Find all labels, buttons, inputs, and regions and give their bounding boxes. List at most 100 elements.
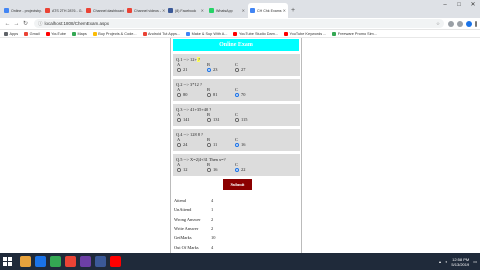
answer-option[interactable]: 22: [235, 167, 245, 172]
bookmark-item[interactable]: Android Tut Apps...: [142, 31, 180, 36]
taskbar-app-icon[interactable]: [95, 256, 106, 267]
page-content: Online Exam Q.1 --> 12+ ? A B C 21 23 27 Q.2 -…: [0, 38, 480, 259]
extension-icon[interactable]: [448, 20, 454, 27]
taskbar-app-icon[interactable]: [65, 256, 76, 267]
option-value: 141: [183, 117, 190, 122]
answer-option[interactable]: 24: [177, 142, 187, 147]
bookmark-star-icon[interactable]: ☆: [436, 21, 440, 27]
tab-close-icon[interactable]: ✕: [282, 8, 286, 13]
answer-option[interactable]: 11: [207, 142, 217, 147]
browser-tab[interactable]: (8) Facebook ✕: [166, 3, 206, 18]
bookmark-item[interactable]: Apps: [4, 31, 18, 36]
bookmark-favicon-icon: [45, 31, 50, 36]
answer-option[interactable]: 81: [207, 92, 217, 97]
volume-icon[interactable]: ◖: [445, 259, 447, 264]
bookmark-item[interactable]: YouTube Studio Dam...: [233, 31, 278, 36]
radio-button[interactable]: [235, 167, 239, 172]
answer-option[interactable]: 12: [177, 167, 187, 172]
clock[interactable]: 12:58 PM 5/13/2019: [451, 257, 469, 267]
browser-tab[interactable]: Channel dashboard -✕: [84, 3, 124, 18]
taskbar-app-icon[interactable]: [50, 256, 61, 267]
radio-button[interactable]: [177, 67, 181, 72]
bookmark-item[interactable]: Buy Projects & Code...: [92, 31, 137, 36]
bookmark-item[interactable]: YouTube: [45, 31, 66, 36]
tab-favicon-icon: [250, 8, 255, 13]
option-value: 12: [183, 167, 188, 172]
taskbar-app-icon[interactable]: [35, 256, 46, 267]
profile-avatar-icon[interactable]: [466, 20, 472, 27]
bookmark-item[interactable]: YouTube Keywords ...: [283, 31, 326, 36]
browser-tab[interactable]: CH Chk Exams ✕: [248, 3, 288, 18]
tab-title: ATS 2TH 2876 - G...: [52, 8, 83, 13]
result-value: 2: [211, 226, 214, 232]
radio-button[interactable]: [235, 142, 239, 147]
answer-option[interactable]: 115: [235, 117, 247, 122]
radio-button[interactable]: [207, 92, 211, 97]
info-icon[interactable]: ⓘ: [38, 21, 43, 27]
clock-date: 5/13/2019: [451, 261, 470, 267]
result-row: Write Answer 2: [174, 224, 221, 233]
bookmark-label: YouTube: [51, 31, 66, 36]
answer-option[interactable]: 23: [207, 67, 217, 72]
bookmark-favicon-icon: [142, 31, 147, 36]
radio-button[interactable]: [207, 117, 211, 122]
tab-close-icon[interactable]: ✕: [161, 8, 165, 13]
browser-tab[interactable]: Online - projectsby...✕: [2, 3, 42, 18]
taskbar-app-icon[interactable]: [110, 256, 121, 267]
radio-button[interactable]: [207, 142, 211, 147]
bookmark-item[interactable]: Maps: [72, 31, 87, 36]
answer-option[interactable]: 80: [177, 92, 187, 97]
radio-button[interactable]: [207, 167, 211, 172]
close-icon[interactable]: ✕: [466, 0, 480, 10]
notifications-icon[interactable]: ▭: [473, 259, 477, 264]
extension-icon[interactable]: [457, 20, 463, 27]
answer-option[interactable]: 21: [177, 67, 187, 72]
browser-tab[interactable]: WhatsApp ✕: [207, 3, 247, 18]
radio-button[interactable]: [235, 92, 239, 97]
bookmark-favicon-icon: [283, 31, 288, 36]
maximize-icon[interactable]: □: [452, 0, 466, 10]
menu-icon[interactable]: [475, 20, 477, 27]
windows-start-icon[interactable]: [3, 257, 12, 266]
browser-tab[interactable]: ATS 2TH 2876 - G...✕: [43, 3, 83, 18]
radio-button[interactable]: [177, 142, 181, 147]
submit-button[interactable]: Submit: [223, 179, 252, 190]
bookmark-item[interactable]: Gmail: [24, 31, 40, 36]
tab-favicon-icon: [209, 8, 214, 13]
exam-panel: Online Exam Q.1 --> 12+ ? A B C 21 23 27 Q.2 -…: [170, 38, 302, 259]
taskbar-app-icon[interactable]: [20, 256, 31, 267]
answer-option[interactable]: 16: [207, 167, 217, 172]
result-label: Out Of Marks: [174, 244, 199, 250]
browser-tab[interactable]: Channel videos - ✕: [125, 3, 165, 18]
taskbar-app-icon[interactable]: [80, 256, 91, 267]
answer-option[interactable]: 27: [235, 67, 245, 72]
bookmarks-bar: Apps Gmail YouTube Maps Buy Projects & Code.…: [0, 30, 480, 38]
answer-option[interactable]: 70: [235, 92, 245, 97]
tab-close-icon[interactable]: ✕: [241, 8, 245, 13]
option-value: 23: [213, 67, 218, 72]
tab-close-icon[interactable]: ✕: [200, 8, 204, 13]
bookmark-item[interactable]: Make & Sup With A...: [186, 31, 227, 36]
option-value: 16: [241, 142, 246, 147]
question-text: Q.5 --> X=2|4+31 Then x=?: [176, 157, 226, 162]
bookmark-item[interactable]: Freeware Promo Sim...: [332, 31, 377, 36]
radio-button[interactable]: [207, 67, 211, 72]
address-bar[interactable]: ⓘ localhost:1808/ChemExam.aspx ☆: [34, 19, 444, 28]
network-icon[interactable]: ▴: [439, 259, 441, 264]
radio-button[interactable]: [177, 117, 181, 122]
option-value: 24: [183, 142, 188, 147]
new-tab-button[interactable]: +: [291, 3, 295, 18]
radio-button[interactable]: [177, 92, 181, 97]
radio-button[interactable]: [235, 67, 239, 72]
answer-option[interactable]: 16: [235, 142, 245, 147]
tab-title: CH Chk Exams: [257, 8, 282, 13]
reload-icon[interactable]: ↻: [21, 20, 30, 27]
minimize-icon[interactable]: –: [438, 0, 452, 10]
radio-button[interactable]: [235, 117, 239, 122]
answer-option[interactable]: 131: [207, 117, 220, 122]
answer-option[interactable]: 141: [177, 117, 190, 122]
forward-icon[interactable]: →: [12, 21, 21, 27]
bookmark-favicon-icon: [4, 31, 8, 36]
back-icon[interactable]: ←: [3, 21, 12, 27]
radio-button[interactable]: [177, 167, 181, 172]
